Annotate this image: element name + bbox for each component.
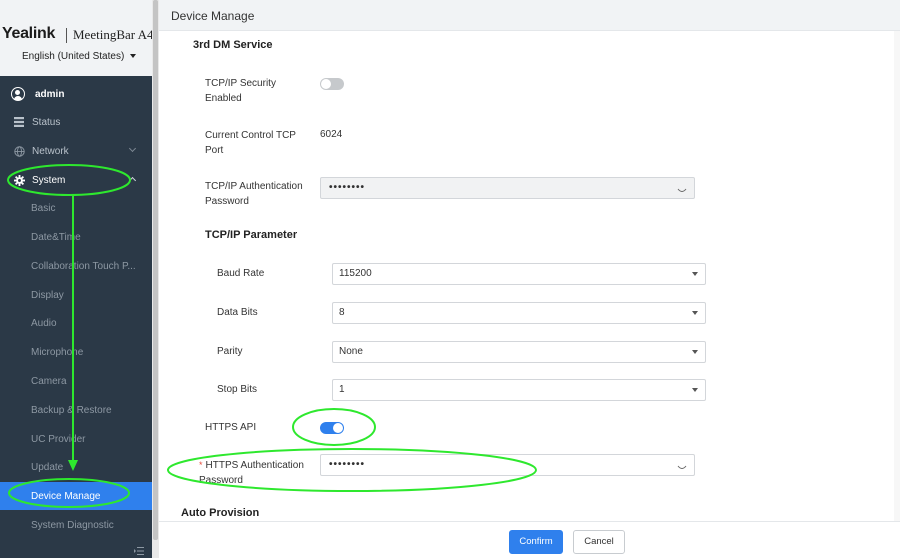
- dropdown-arrow-icon: [692, 388, 698, 392]
- baud-rate-label: Baud Rate: [217, 268, 265, 279]
- sidebar-item-uc-provider[interactable]: UC Provider: [0, 425, 152, 453]
- tcp-security-toggle[interactable]: [320, 78, 344, 90]
- section-title-auto-provision: Auto Provision: [181, 507, 260, 519]
- parity-label: Parity: [217, 346, 243, 357]
- sidebar-item-system-diagnostic[interactable]: System Diagnostic: [0, 511, 152, 539]
- sidebar-subitem-label: Camera: [31, 375, 67, 387]
- language-label: English (United States): [22, 51, 125, 62]
- sidebar-item-camera[interactable]: Camera: [0, 367, 152, 395]
- status-icon: [13, 116, 25, 128]
- https-auth-label: * HTTPS Authentication Password: [199, 458, 319, 488]
- sidebar-item-system[interactable]: System: [0, 166, 152, 194]
- cancel-button[interactable]: Cancel: [573, 530, 625, 554]
- tcp-auth-label: TCP/IP Authentication Password: [205, 181, 303, 207]
- required-mark: *: [199, 460, 203, 470]
- stop-bits-label: Stop Bits: [217, 384, 258, 395]
- data-bits-select[interactable]: 8: [332, 302, 706, 324]
- language-selector[interactable]: English (United States): [22, 51, 137, 62]
- stop-bits-value: 1: [339, 384, 345, 395]
- sidebar-subitem-label: Date&Time: [31, 231, 81, 243]
- product-name: MeetingBar A40: [73, 27, 152, 42]
- sidebar-scrollbar-thumb[interactable]: [153, 0, 158, 540]
- header-bar: Device Manage: [159, 0, 900, 31]
- sidebar-subitem-label: Update: [31, 461, 64, 473]
- tcp-security-label: TCP/IP Security Enabled: [205, 78, 276, 104]
- data-bits-label: Data Bits: [217, 307, 258, 318]
- chevron-down-icon: [128, 144, 137, 153]
- sidebar-item-network[interactable]: Network: [0, 137, 152, 165]
- https-api-label: HTTPS API: [205, 422, 257, 433]
- main-content: Device Manage 3rd DM Service TCP/IP Secu…: [159, 0, 900, 558]
- sidebar-item-audio[interactable]: Audio: [0, 309, 152, 337]
- stop-bits-select[interactable]: 1: [332, 379, 706, 401]
- content-scrollbar[interactable]: [894, 31, 900, 521]
- page-title: Device Manage: [171, 9, 255, 23]
- sidebar-subitem-label: Collaboration Touch P...: [31, 260, 136, 272]
- sidebar: Yealink MeetingBar A40 English (United S…: [0, 0, 152, 558]
- brand-area: Yealink MeetingBar A40 English (United S…: [0, 0, 152, 76]
- sidebar-subitem-label: Audio: [31, 317, 57, 329]
- sidebar-item-backup-restore[interactable]: Backup & Restore: [0, 396, 152, 424]
- control-port-value: 6024: [320, 129, 343, 140]
- sidebar-item-basic[interactable]: Basic: [0, 194, 152, 222]
- https-auth-label-text: HTTPS Authentication Password: [199, 460, 304, 486]
- baud-rate-value: 115200: [339, 268, 372, 279]
- https-api-toggle[interactable]: [320, 422, 344, 434]
- sidebar-subitem-label: Display: [31, 289, 64, 301]
- chevron-up-icon: [128, 176, 137, 185]
- user-icon: [11, 87, 25, 101]
- tcp-auth-password-input[interactable]: ••••••••: [320, 177, 695, 199]
- yealink-logo: Yealink: [2, 25, 56, 42]
- control-port-label: Current Control TCP Port: [205, 130, 296, 156]
- toggle-knob: [321, 79, 331, 89]
- sidebar-item-display[interactable]: Display: [0, 281, 152, 309]
- parity-select[interactable]: None: [332, 341, 706, 363]
- https-auth-password-value: ••••••••: [329, 459, 366, 470]
- sidebar-item-label: System: [32, 174, 66, 186]
- gear-icon: [13, 174, 25, 186]
- sidebar-subitem-label: System Diagnostic: [31, 519, 114, 531]
- baud-rate-select[interactable]: 115200: [332, 263, 706, 285]
- sidebar-item-status[interactable]: Status: [0, 108, 152, 136]
- https-auth-password-input[interactable]: ••••••••: [320, 454, 695, 476]
- data-bits-value: 8: [339, 307, 345, 318]
- sidebar-scrollbar[interactable]: [152, 0, 159, 558]
- toggle-knob: [333, 423, 343, 433]
- dropdown-arrow-icon: [692, 311, 698, 315]
- sidebar-subitem-label: UC Provider: [31, 433, 86, 445]
- brand-separator: [66, 28, 67, 43]
- collapse-menu-icon[interactable]: [134, 546, 144, 556]
- user-menu[interactable]: admin: [0, 80, 152, 108]
- sidebar-item-label: Network: [32, 145, 69, 157]
- eye-closed-icon[interactable]: [677, 460, 687, 469]
- sidebar-item-collaboration-touch[interactable]: Collaboration Touch P...: [0, 252, 152, 280]
- sidebar-item-label: Status: [32, 116, 61, 128]
- sidebar-subitem-label: Basic: [31, 202, 56, 214]
- sidebar-item-update[interactable]: Update: [0, 453, 152, 481]
- dropdown-arrow-icon: [692, 272, 698, 276]
- globe-icon: [13, 145, 25, 157]
- sidebar-item-device-manage[interactable]: Device Manage: [0, 482, 152, 510]
- user-name: admin: [35, 88, 65, 100]
- sidebar-item-microphone[interactable]: Microphone: [0, 338, 152, 366]
- confirm-button[interactable]: Confirm: [509, 530, 563, 554]
- dropdown-arrow-icon: [692, 350, 698, 354]
- footer-bar: Confirm Cancel: [159, 521, 900, 558]
- parity-value: None: [339, 346, 363, 357]
- sidebar-item-date-time[interactable]: Date&Time: [0, 223, 152, 251]
- sidebar-subitem-label: Backup & Restore: [31, 404, 112, 416]
- sidebar-subitem-label: Microphone: [31, 346, 84, 358]
- tcp-auth-password-value: ••••••••: [329, 182, 366, 193]
- section-title-tcp-ip-parameter: TCP/IP Parameter: [205, 229, 298, 241]
- caret-down-icon: [130, 54, 137, 59]
- section-title-3rd-dm-service: 3rd DM Service: [193, 39, 273, 51]
- eye-closed-icon[interactable]: [677, 183, 687, 192]
- sidebar-subitem-label: Device Manage: [31, 490, 101, 502]
